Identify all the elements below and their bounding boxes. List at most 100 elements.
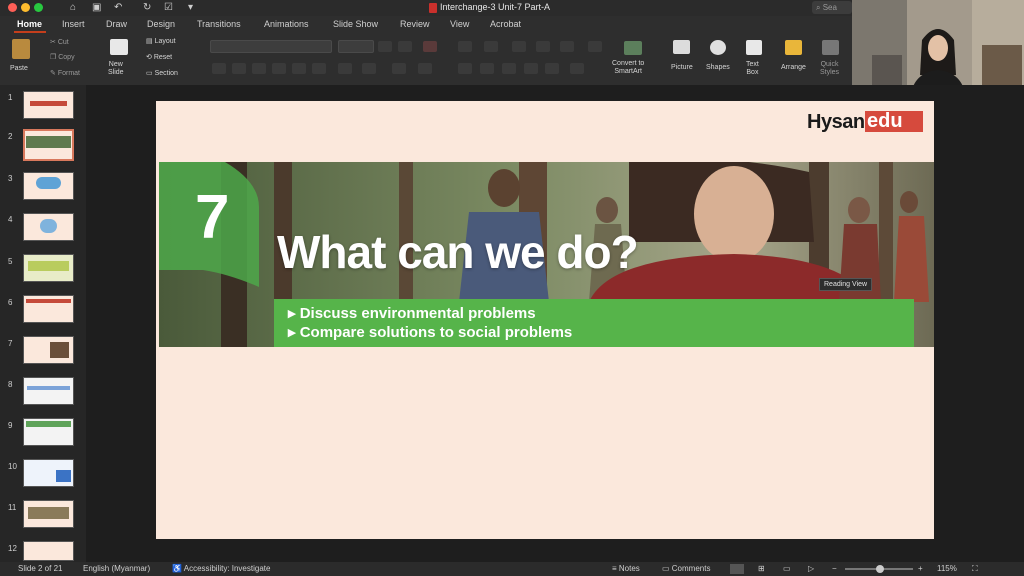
slide-thumbnail[interactable] [23,91,74,119]
highlight-icon[interactable] [392,63,406,74]
change-case-icon[interactable] [362,63,376,74]
align-center-icon[interactable] [480,63,494,74]
subscript-icon[interactable] [312,63,326,74]
paste-label: Paste [10,65,28,72]
tab-insert[interactable]: Insert [62,19,85,29]
slideshow-icon[interactable]: ▷ [808,564,814,573]
shapes-icon[interactable] [710,40,726,55]
more-icon[interactable]: ▾ [188,2,193,13]
text-direction-icon[interactable] [545,63,559,74]
line-spacing-icon[interactable] [560,41,574,52]
superscript-icon[interactable] [292,63,306,74]
slide-thumbnail[interactable] [23,254,74,282]
justify-icon[interactable] [524,63,538,74]
normal-view-icon[interactable] [730,564,744,574]
slide-thumbnail[interactable] [23,377,74,405]
minimize-window-button[interactable] [21,3,30,12]
italic-icon[interactable] [232,63,246,74]
current-slide[interactable]: Hysan edu 7 What can we do? ▸ Discuss en… [156,101,934,539]
redo-icon[interactable]: ↻ [143,2,151,13]
columns-icon[interactable] [588,41,602,52]
new-slide-icon[interactable] [110,39,128,55]
zoom-slider-handle[interactable] [876,565,884,573]
section-button[interactable]: ▭ Section [146,69,178,77]
bullets-icon[interactable] [458,41,472,52]
tab-animations[interactable]: Animations [264,19,309,29]
format-painter-button[interactable]: ✎ Format [50,69,80,77]
fit-to-window-icon[interactable]: ⛶ [972,564,978,574]
comments-button[interactable]: ▭ Comments [662,564,710,573]
tab-home[interactable]: Home [17,19,42,29]
slide-thumbnail-selected[interactable] [23,129,74,161]
tab-view[interactable]: View [450,19,469,29]
decrease-font-icon[interactable] [398,41,412,52]
slide-sorter-icon[interactable]: ⊞ [758,564,765,573]
slide-thumbnail[interactable] [23,295,74,323]
underline-icon[interactable] [252,63,266,74]
accessibility-button[interactable]: ♿ Accessibility: Investigate [172,564,270,573]
title-bar: ⌂ ▣ ↶ ↻ ☑ ▾ Interchange-3 Unit-7 Part-A … [0,0,852,16]
search-input[interactable]: ⌕ Sea [812,1,852,14]
reading-view-icon[interactable]: ▭ [783,564,791,573]
webcam-video [852,0,1024,97]
slide-thumbnail[interactable] [23,213,74,241]
thumb-number: 2 [8,132,13,141]
save-icon[interactable]: ▣ [92,2,101,13]
undo-icon[interactable]: ↶ [114,2,122,13]
text-box-icon[interactable] [746,40,762,55]
tab-review[interactable]: Review [400,19,430,29]
thumb-number: 5 [8,257,13,266]
zoom-level[interactable]: 115% [937,564,957,573]
numbering-icon[interactable] [484,41,498,52]
layout-button[interactable]: ▤ Layout [146,37,176,45]
smartart-icon[interactable] [624,41,642,55]
arrange-icon[interactable] [785,40,802,55]
slide-thumbnail[interactable] [23,172,74,200]
decrease-indent-icon[interactable] [512,41,526,52]
zoom-in-icon[interactable]: + [918,564,923,573]
home-icon[interactable]: ⌂ [70,2,76,13]
picture-icon[interactable] [673,40,690,54]
tab-slide-show[interactable]: Slide Show [333,19,378,29]
reset-button[interactable]: ⟲ Reset [146,53,172,61]
quick-styles-icon[interactable] [822,40,839,55]
strikethrough-icon[interactable] [272,63,286,74]
copy-button[interactable]: ❐ Copy [50,53,75,61]
thumb-number: 9 [8,421,13,430]
clear-formatting-icon[interactable] [423,41,437,52]
slide-thumbnail[interactable] [23,500,74,528]
slide-thumbnail[interactable] [23,336,74,364]
unit-number: 7 [195,183,230,252]
layout-icon: ▤ [146,38,155,45]
increase-indent-icon[interactable] [536,41,550,52]
cut-button[interactable]: ✂ Cut [50,38,69,46]
paste-icon[interactable] [12,39,30,59]
checklist-icon[interactable]: ☑ [164,2,173,13]
bold-icon[interactable] [212,63,226,74]
tab-acrobat[interactable]: Acrobat [490,19,521,29]
zoom-window-button[interactable] [34,3,43,12]
notes-label: Notes [618,564,640,573]
tab-transitions[interactable]: Transitions [197,19,241,29]
font-color-icon[interactable] [418,63,432,74]
slide-thumbnail[interactable] [23,541,74,561]
char-spacing-icon[interactable] [338,63,352,74]
tab-draw[interactable]: Draw [106,19,127,29]
brush-icon: ✎ [50,70,58,77]
font-family-select[interactable] [210,40,332,53]
font-size-select[interactable] [338,40,374,53]
thumb-number: 4 [8,215,13,224]
align-right-icon[interactable] [502,63,516,74]
increase-font-icon[interactable] [378,41,392,52]
notes-button[interactable]: ≡ Notes [612,564,640,573]
tab-design[interactable]: Design [147,19,175,29]
zoom-out-icon[interactable]: − [832,564,837,573]
close-window-button[interactable] [8,3,17,12]
align-left-icon[interactable] [458,63,472,74]
slide-thumbnail[interactable] [23,459,74,487]
accessibility-label: Accessibility: Investigate [183,564,271,573]
cut-label: Cut [57,39,69,46]
slide-thumbnail[interactable] [23,418,74,446]
language-indicator[interactable]: English (Myanmar) [83,564,150,573]
align-text-icon[interactable] [570,63,584,74]
